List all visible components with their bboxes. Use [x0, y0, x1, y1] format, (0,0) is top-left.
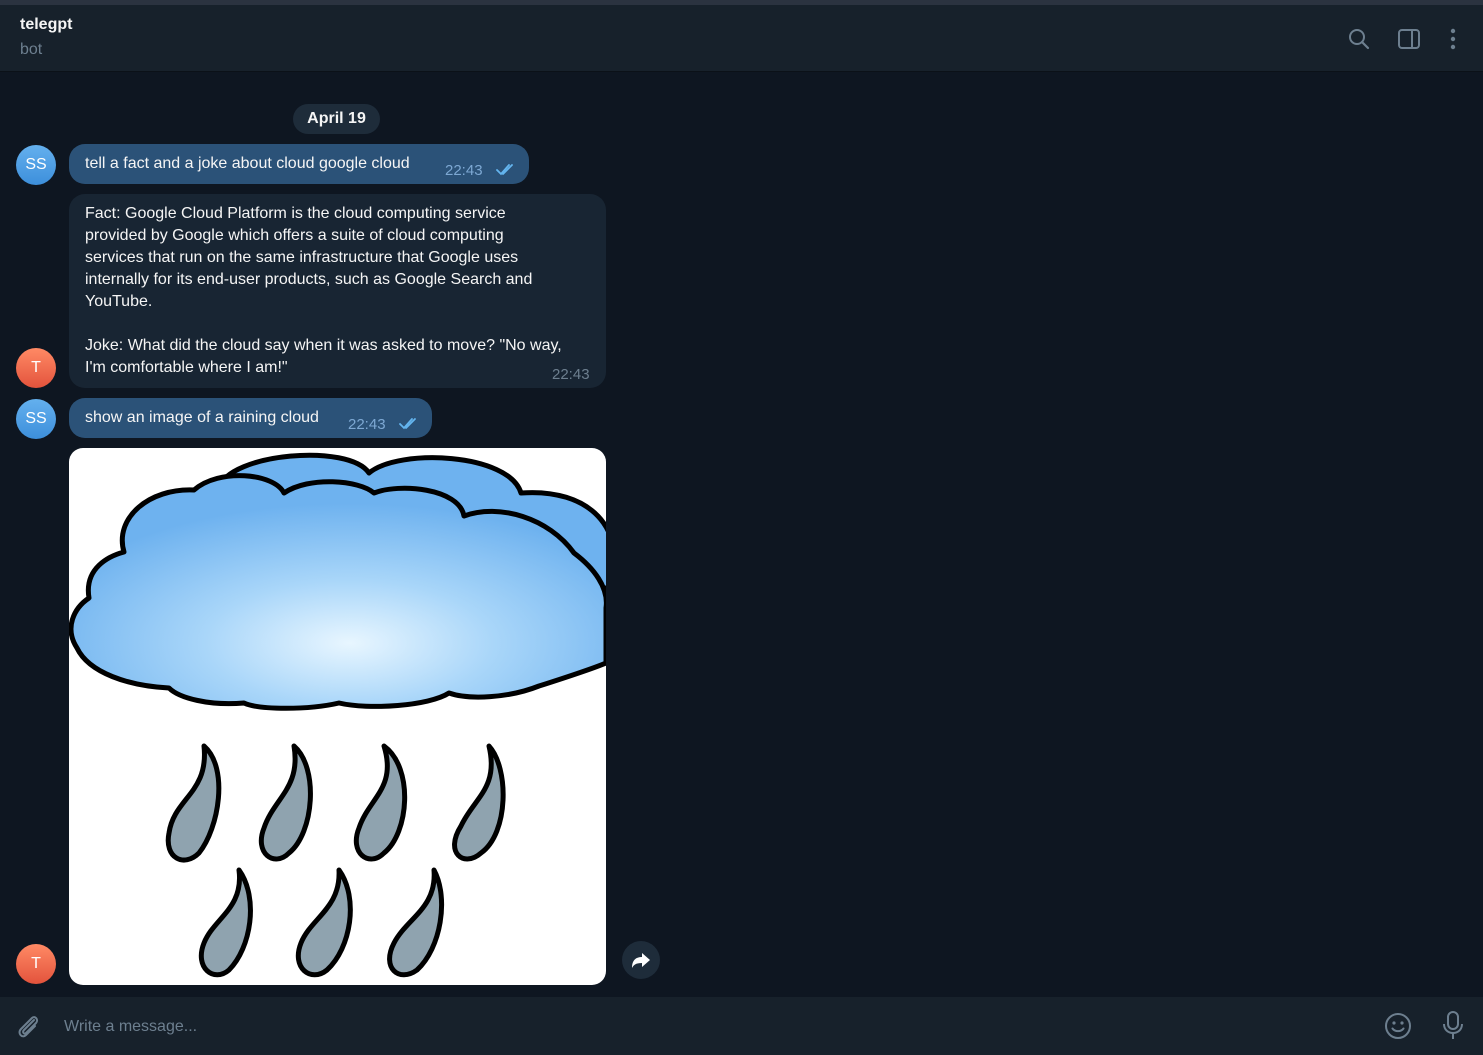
forward-button[interactable]: [622, 941, 660, 979]
avatar[interactable]: T: [16, 348, 56, 388]
avatar[interactable]: SS: [16, 145, 56, 185]
search-icon[interactable]: [1347, 27, 1371, 51]
attach-icon[interactable]: [13, 1011, 43, 1041]
chat-title[interactable]: telegpt: [20, 16, 72, 34]
avatar[interactable]: SS: [16, 399, 56, 439]
message-time: 22:43: [348, 416, 386, 433]
emoji-icon[interactable]: [1383, 1011, 1413, 1041]
sidebar-toggle-icon[interactable]: [1397, 27, 1421, 51]
chat-status: bot: [20, 41, 43, 58]
raining-cloud-illustration: [69, 452, 606, 978]
microphone-icon[interactable]: [1438, 1010, 1468, 1040]
message-bubble-outgoing[interactable]: tell a fact and a joke about cloud googl…: [69, 144, 529, 184]
message-composer: [0, 997, 1483, 1055]
message-bubble-incoming[interactable]: Fact: Google Cloud Platform is the cloud…: [69, 194, 606, 388]
message-time: 22:43: [445, 162, 483, 179]
message-time: 22:43: [552, 366, 590, 383]
avatar[interactable]: T: [16, 944, 56, 984]
message-bubble-outgoing[interactable]: show an image of a raining cloud 22:43: [69, 398, 432, 438]
more-vertical-icon[interactable]: [1441, 27, 1465, 51]
read-ticks-icon: [496, 162, 518, 184]
read-ticks-icon: [399, 416, 421, 438]
chat-header[interactable]: telegpt bot: [0, 5, 1483, 72]
forward-icon: [632, 953, 650, 968]
date-separator: April 19: [293, 104, 380, 134]
message-input[interactable]: [62, 1007, 1366, 1047]
message-text: Fact: Google Cloud Platform is the cloud…: [85, 205, 562, 376]
message-photo[interactable]: [69, 448, 606, 985]
